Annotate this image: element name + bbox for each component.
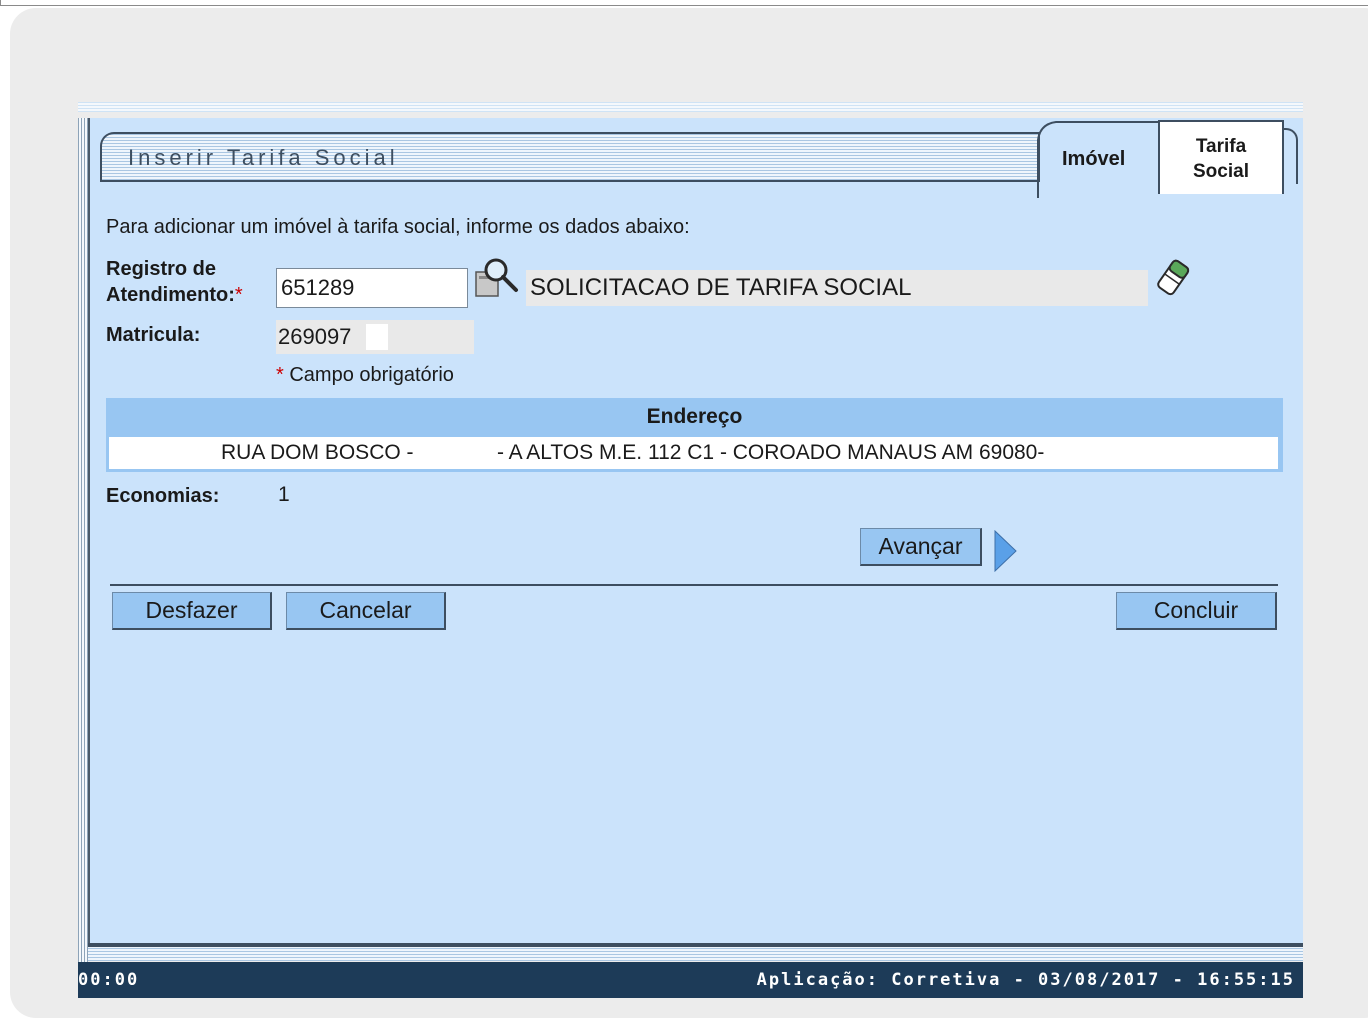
registro-description: SOLICITACAO DE TARIFA SOCIAL <box>526 270 1148 306</box>
registro-label: Registro de Atendimento:* <box>106 256 243 308</box>
required-note-mark: * <box>276 364 284 386</box>
economias-value: 1 <box>278 483 290 506</box>
required-note: * Campo obrigatório <box>276 364 454 387</box>
required-mark: * <box>234 284 243 306</box>
app-container: Inserir Tarifa Social Imóvel Tarifa Soci… <box>78 102 1303 1002</box>
eraser-icon <box>1157 259 1190 296</box>
search-registro-button[interactable] <box>474 256 522 300</box>
tab-imovel[interactable]: Imóvel <box>1036 120 1160 198</box>
page-title: Inserir Tarifa Social <box>128 145 399 170</box>
avancar-arrow-button[interactable] <box>994 529 1018 577</box>
status-application: Aplicação: Corretiva - 03/08/2017 - 16:5… <box>756 970 1295 990</box>
tab-tarifa-social-line2: Social <box>1193 161 1249 182</box>
economias-label: Economias: <box>106 485 220 507</box>
arrow-right-icon <box>994 529 1017 573</box>
cancelar-button[interactable]: Cancelar <box>286 592 446 630</box>
endereco-value: RUA DOM BOSCO - - A ALTOS M.E. 112 C1 - … <box>109 437 1278 469</box>
registro-label-line1: Registro de <box>106 258 217 280</box>
desfazer-button[interactable]: Desfazer <box>112 592 272 630</box>
tab-tarifa-social-line1: Tarifa <box>1195 136 1247 157</box>
avancar-button[interactable]: Avançar <box>860 528 982 566</box>
title-bar: Inserir Tarifa Social <box>100 132 1040 180</box>
form-panel <box>88 118 1303 945</box>
endereco-header: Endereço <box>106 398 1283 436</box>
matricula-label: Matricula: <box>106 324 201 346</box>
required-note-text: Campo obrigatório <box>283 364 454 386</box>
tab-imovel-label: Imóvel <box>1062 148 1126 170</box>
title-bar-underline <box>100 180 1040 182</box>
status-time: 00:00 <box>78 970 140 990</box>
tab-tarifa-social[interactable]: Tarifa Social <box>1158 120 1284 194</box>
concluir-button[interactable]: Concluir <box>1116 592 1277 630</box>
magnifier-icon <box>475 258 518 297</box>
endereco-part1: RUA DOM BOSCO - <box>221 441 414 464</box>
matricula-redaction <box>366 324 388 350</box>
tab-right-edge <box>1284 128 1298 184</box>
endereco-row: RUA DOM BOSCO - - A ALTOS M.E. 112 C1 - … <box>106 436 1283 472</box>
registro-label-line2: Atendimento: <box>106 284 235 306</box>
registro-input[interactable]: 651289 <box>276 268 468 308</box>
status-bar: 00:00 Aplicação: Corretiva - 03/08/2017 … <box>78 962 1303 998</box>
form-separator <box>110 584 1278 586</box>
form-intro: Para adicionar um imóvel à tarifa social… <box>106 216 690 238</box>
tab-tarifa-social-label: Tarifa Social <box>1160 134 1282 184</box>
window-top-edge <box>0 0 1368 6</box>
left-decoration <box>78 118 88 980</box>
bottom-decoration <box>88 947 1303 961</box>
top-decoration <box>78 102 1303 112</box>
clear-registro-button[interactable] <box>1154 256 1194 300</box>
endereco-part2: - A ALTOS M.E. 112 C1 - COROADO MANAUS A… <box>497 441 1045 464</box>
